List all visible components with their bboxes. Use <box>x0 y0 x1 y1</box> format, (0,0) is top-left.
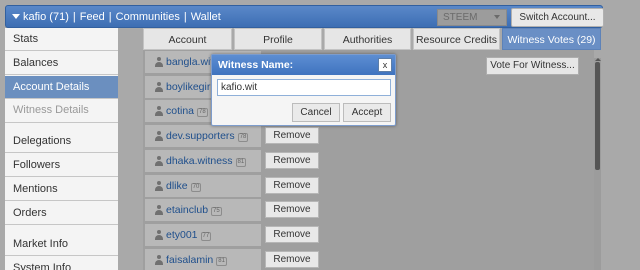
sidebar-divider <box>5 176 118 177</box>
sidebar-item[interactable]: System Info <box>5 257 118 270</box>
nav-wallet[interactable]: Wallet <box>191 11 221 23</box>
sidebar-divider <box>5 152 118 153</box>
witness-cell: faisalamin 81 <box>145 248 261 270</box>
tab[interactable]: Profile <box>234 28 322 50</box>
witness-name: dlike <box>166 179 188 192</box>
sidebar-item[interactable]: Balances <box>5 52 118 74</box>
sidebar: Stats Balances Account Details Witness Deta… <box>5 28 118 270</box>
remove-button[interactable]: Remove <box>265 225 319 243</box>
dialog-title-bar: Witness Name: x <box>212 55 395 75</box>
tab[interactable]: Account <box>143 28 232 50</box>
user-icon <box>154 131 164 142</box>
sidebar-divider <box>5 122 118 123</box>
witness-row: dlike 70 Remove <box>143 174 594 198</box>
witness-row: ety001 77 Remove <box>143 223 594 247</box>
witness-cell: dev.supporters 78 <box>145 125 261 148</box>
scrollbar-thumb[interactable] <box>595 62 600 170</box>
user-icon <box>154 155 164 166</box>
witness-row: dev.supporters 78 Remove <box>143 124 594 148</box>
witness-row: dhaka.witness 81 Remove <box>143 149 594 173</box>
sidebar-divider <box>5 255 118 256</box>
nav-communities[interactable]: Communities <box>116 11 180 23</box>
remove-button[interactable]: Remove <box>265 151 319 169</box>
user-icon <box>154 106 164 117</box>
witness-name-link[interactable]: ety001 77 <box>166 228 212 241</box>
reputation-badge: 78 <box>237 133 249 143</box>
switch-account-button[interactable]: Switch Account... <box>511 8 604 27</box>
reputation-badge: 77 <box>200 231 212 241</box>
witness-name-dialog: Witness Name: x Cancel Accept <box>211 54 396 126</box>
user-icon <box>154 254 164 265</box>
witness-name: faisalamin <box>166 253 214 266</box>
nav-links: kafio (71) | Feed | Communities | Wallet <box>12 11 221 23</box>
account-menu[interactable]: kafio (71) <box>23 11 69 23</box>
tab[interactable]: Resource Credits <box>413 28 500 50</box>
witness-name: etainclub <box>166 204 209 217</box>
witness-cell: dhaka.witness 81 <box>145 149 261 172</box>
witness-row: etainclub 75 Remove <box>143 198 594 222</box>
sidebar-item[interactable]: Orders <box>5 202 118 224</box>
tab-bar: Account Profile Authorities Resource Credit… <box>143 28 601 50</box>
cancel-button[interactable]: Cancel <box>292 103 340 122</box>
witness-name: dhaka.witness <box>166 154 233 167</box>
user-icon <box>154 57 164 67</box>
witness-name: cotina <box>166 105 195 118</box>
witness-row: faisalamin 81 Remove <box>143 248 594 270</box>
witness-name-link[interactable]: cotina 78 <box>166 105 208 118</box>
witness-name-link[interactable]: dev.supporters 78 <box>166 130 249 143</box>
witness-cell: ety001 77 <box>145 223 261 246</box>
sidebar-item[interactable]: Account Details <box>5 76 118 98</box>
user-icon <box>154 205 164 216</box>
user-icon <box>154 229 164 240</box>
close-icon[interactable]: x <box>378 58 392 72</box>
tab[interactable]: Witness Votes (29) <box>502 28 601 50</box>
reputation-badge: 70 <box>190 182 202 192</box>
witness-name-link[interactable]: faisalamin 81 <box>166 254 227 266</box>
account-nav-bar: kafio (71) | Feed | Communities | Wallet STEEM… <box>5 5 604 28</box>
sidebar-item[interactable]: Market Info <box>5 233 118 255</box>
chain-select-value: STEEM <box>443 12 478 23</box>
witness-name-input[interactable] <box>217 79 391 96</box>
sidebar-divider <box>5 50 118 51</box>
vote-for-witness-button[interactable]: Vote For Witness... <box>486 57 579 75</box>
dialog-title: Witness Name: <box>218 59 294 71</box>
sidebar-item[interactable]: Delegations <box>5 130 118 152</box>
sidebar-item[interactable]: Followers <box>5 154 118 176</box>
remove-button[interactable]: Remove <box>265 201 319 219</box>
sidebar-item: Witness Details <box>13 104 89 116</box>
chain-select[interactable]: STEEM <box>437 9 507 26</box>
witness-cell: dlike 70 <box>145 174 261 197</box>
chevron-down-icon[interactable] <box>12 14 20 19</box>
witness-name: ety001 <box>166 228 198 241</box>
reputation-badge: 75 <box>211 207 222 217</box>
accept-button[interactable]: Accept <box>343 103 391 122</box>
sidebar-divider <box>5 98 118 99</box>
witness-name: dev.supporters <box>166 130 235 143</box>
tab[interactable]: Authorities <box>324 28 411 50</box>
remove-button[interactable]: Remove <box>265 250 319 268</box>
sidebar-item[interactable]: Stats <box>5 28 118 50</box>
sidebar-divider <box>5 74 118 75</box>
witness-name-link[interactable]: etainclub 75 <box>166 204 222 217</box>
remove-button[interactable]: Remove <box>265 127 319 145</box>
reputation-badge: 78 <box>197 108 208 118</box>
remove-button[interactable]: Remove <box>265 176 319 194</box>
scroll-up-arrow-icon[interactable] <box>595 58 601 61</box>
user-icon <box>154 180 164 191</box>
nav-feed[interactable]: Feed <box>80 11 105 23</box>
sidebar-item[interactable]: Mentions <box>5 178 118 200</box>
scrollbar[interactable] <box>594 58 601 270</box>
reputation-badge: 81 <box>235 157 247 167</box>
sidebar-divider <box>5 224 118 225</box>
sidebar-divider <box>5 200 118 201</box>
witness-name-link[interactable]: dlike 70 <box>166 179 202 192</box>
witness-cell: etainclub 75 <box>145 199 261 222</box>
caret-down-icon <box>494 15 500 19</box>
user-icon <box>154 81 164 92</box>
reputation-badge: 81 <box>216 256 227 266</box>
witness-name-link[interactable]: dhaka.witness 81 <box>166 154 247 167</box>
